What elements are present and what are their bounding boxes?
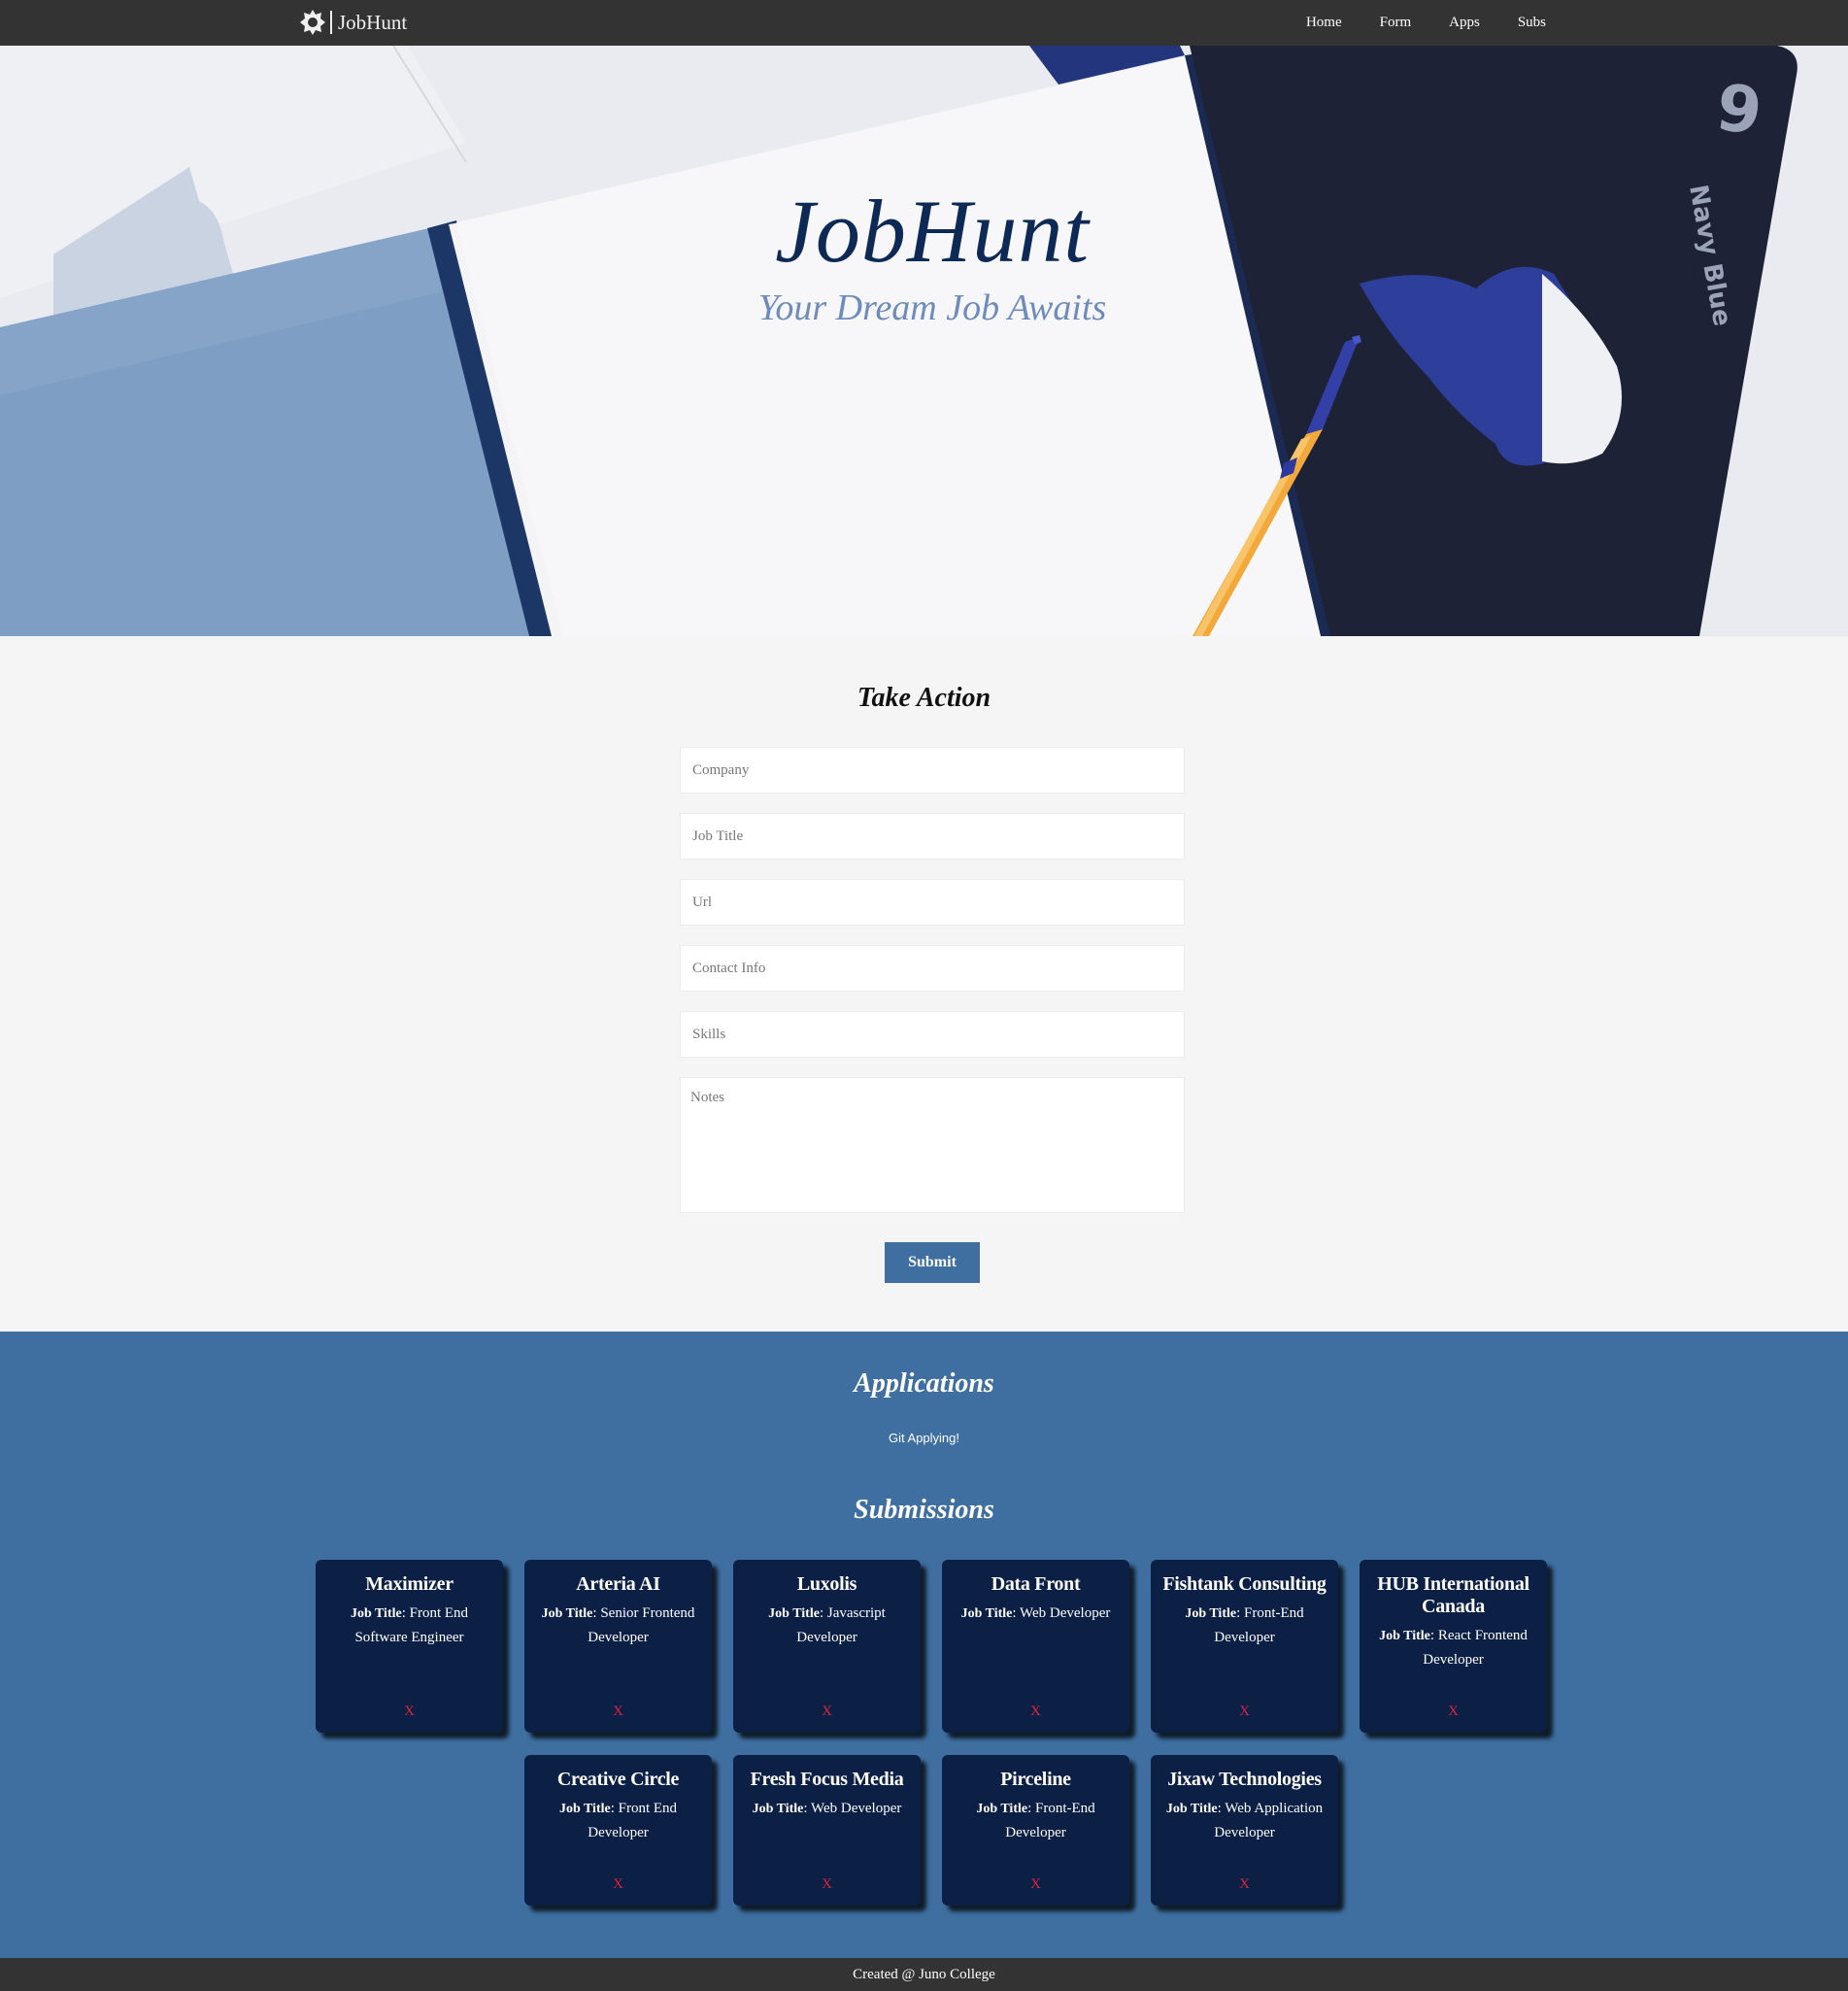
hero-title: JobHunt (775, 182, 1090, 281)
top-nav: JobHunt Home Form Apps Subs (0, 0, 1848, 46)
card-job-separator: : (1012, 1605, 1021, 1621)
brand-logo[interactable]: JobHunt (299, 8, 407, 37)
card-job-title: Job Title: Front-End Developer (952, 1797, 1120, 1844)
hero-banner: 9 Navy Blue JobHunt Your Dream Job Await… (0, 46, 1848, 636)
card-job-label: Job Title (960, 1606, 1013, 1621)
card-job-title: Job Title: React Frontend Developer (1369, 1624, 1537, 1671)
card-company: Arteria AI (576, 1573, 660, 1595)
card-job-separator: : (803, 1801, 812, 1816)
brand-divider (330, 11, 332, 34)
url-input[interactable] (680, 879, 1185, 926)
card-job-label: Job Title (350, 1606, 402, 1621)
card-job-label: Job Title (976, 1802, 1028, 1816)
nav-link-home[interactable]: Home (1306, 15, 1342, 31)
submissions-title: Submissions (854, 1495, 994, 1525)
footer: Created @ Juno College (0, 1958, 1848, 1991)
card-job-title: Job Title: Front End Developer (534, 1797, 702, 1844)
delete-button[interactable]: X (1151, 1876, 1338, 1893)
submission-card: Creative Circle Job Title: Front End Deve… (524, 1755, 712, 1906)
card-job-title: Job Title: Senior Frontend Developer (534, 1602, 702, 1649)
delete-button[interactable]: X (524, 1704, 712, 1720)
applications-section: Applications Git Applying! Submissions M… (0, 1332, 1848, 1958)
card-company: Creative Circle (556, 1769, 680, 1790)
card-job-separator: : (819, 1605, 827, 1621)
card-job-label: Job Title (768, 1606, 820, 1621)
card-job-separator: : (401, 1605, 410, 1621)
card-company: Fresh Focus Media (750, 1769, 904, 1790)
card-company: Luxolis (796, 1573, 857, 1595)
submission-card: Luxolis Job Title: Javascript Developer X (733, 1560, 921, 1733)
card-job-value: React Frontend Developer (1423, 1628, 1528, 1668)
card-job-value: Web Application Developer (1214, 1801, 1324, 1840)
submission-card: Fresh Focus Media Job Title: Web Develope… (733, 1755, 921, 1906)
delete-button[interactable]: X (942, 1704, 1129, 1720)
card-job-separator: : (1429, 1628, 1438, 1643)
card-job-label: Job Title (558, 1802, 611, 1816)
contact-info-input[interactable] (680, 945, 1185, 992)
nav-link-subs[interactable]: Subs (1518, 15, 1546, 31)
card-job-value: Senior Frontend Developer (588, 1605, 695, 1645)
delete-button[interactable]: X (316, 1704, 503, 1720)
delete-button[interactable]: X (1360, 1704, 1547, 1720)
card-company: Jixaw Technologies (1167, 1769, 1322, 1790)
notes-textarea[interactable] (680, 1077, 1185, 1213)
card-job-label: Job Title (752, 1802, 804, 1816)
hero-image: 9 Navy Blue (0, 46, 1848, 636)
submit-button[interactable]: Submit (885, 1242, 980, 1283)
card-company: Maximizer (365, 1573, 454, 1595)
submission-card: Data Front Job Title: Web Developer X (942, 1560, 1129, 1733)
delete-button[interactable]: X (733, 1876, 921, 1893)
delete-button[interactable]: X (524, 1876, 712, 1893)
card-job-title: Job Title: Web Developer (952, 1602, 1120, 1626)
card-job-separator: : (610, 1801, 619, 1816)
card-job-value: Web Developer (1020, 1605, 1111, 1621)
card-job-title: Job Title: Web Application Developer (1160, 1797, 1328, 1844)
company-input[interactable] (680, 747, 1185, 793)
card-job-separator: : (1027, 1801, 1036, 1816)
submission-card: Fishtank Consulting Job Title: Front-End … (1151, 1560, 1338, 1733)
card-job-title: Job Title: Web Developer (743, 1797, 911, 1821)
hero-subtitle: Your Dream Job Awaits (757, 287, 1107, 328)
applications-title: Applications (854, 1368, 994, 1399)
card-company: Data Front (991, 1573, 1081, 1595)
card-job-label: Job Title (1185, 1606, 1237, 1621)
submission-card: HUB International Canada Job Title: React… (1360, 1560, 1547, 1733)
card-job-label: Job Title (541, 1606, 593, 1621)
take-action-section: Take Action Submit (0, 636, 1848, 1332)
card-job-title: Job Title: Javascript Developer (743, 1602, 911, 1649)
card-job-separator: : (1236, 1605, 1245, 1621)
delete-button[interactable]: X (1151, 1704, 1338, 1720)
submission-card: Arteria AI Job Title: Senior Frontend Dev… (524, 1560, 712, 1733)
card-job-title: Job Title: Front End Software Engineer (325, 1602, 493, 1649)
card-company: Pirceline (1000, 1769, 1071, 1790)
job-title-input[interactable] (680, 813, 1185, 860)
delete-button[interactable]: X (942, 1876, 1129, 1893)
card-job-title: Job Title: Front-End Developer (1160, 1602, 1328, 1649)
card-job-label: Job Title (1165, 1802, 1218, 1816)
skills-input[interactable] (680, 1011, 1185, 1058)
card-company: Fishtank Consulting (1162, 1573, 1327, 1595)
submission-card: Pirceline Job Title: Front-End Developer X (942, 1755, 1129, 1906)
card-job-value: Web Developer (811, 1801, 902, 1816)
nav-links: Home Form Apps Subs (1268, 0, 1546, 46)
delete-button[interactable]: X (733, 1704, 921, 1720)
brand-name: JobHunt (338, 10, 408, 34)
card-job-label: Job Title (1379, 1629, 1430, 1643)
nav-link-apps[interactable]: Apps (1449, 15, 1480, 31)
card-company: HUB International Canada (1377, 1573, 1529, 1617)
form-title: Take Action (857, 683, 991, 713)
submission-card: Jixaw Technologies Job Title: Web Applica… (1151, 1755, 1338, 1906)
nav-link-form[interactable]: Form (1380, 15, 1412, 31)
gear-icon (300, 10, 325, 35)
submission-card: Maximizer Job Title: Front End Software E… (316, 1560, 503, 1733)
git-applying-link[interactable]: Git Applying! (0, 1431, 1848, 1445)
